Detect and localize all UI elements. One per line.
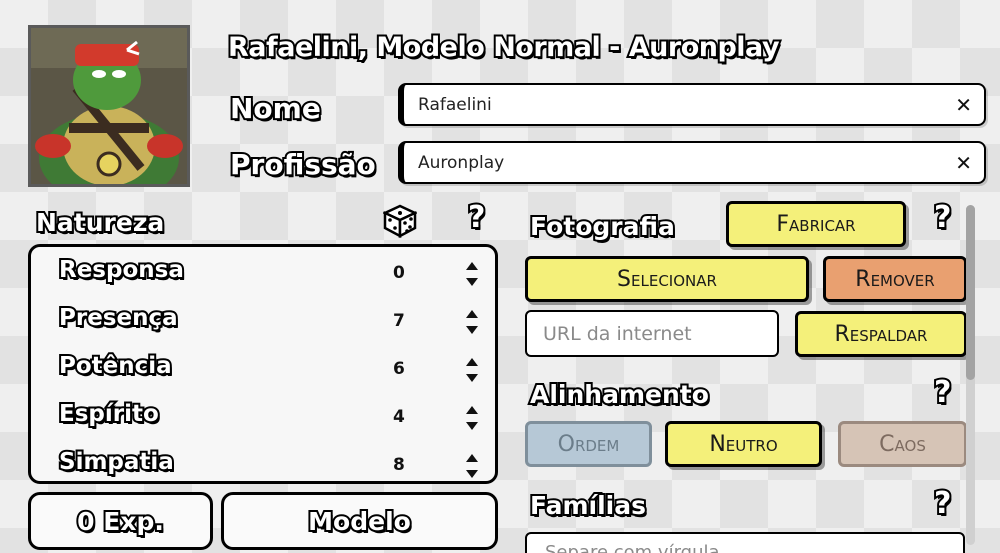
profissao-label: Profissão <box>228 146 378 183</box>
stat-name: Potência <box>57 351 174 381</box>
familias-label: Famílias <box>528 489 648 522</box>
nome-value[interactable]: Rafaelini <box>418 95 955 115</box>
spinner-icon[interactable] <box>465 261 479 287</box>
dice-icon[interactable] <box>382 204 418 239</box>
spinner-icon[interactable] <box>465 357 479 383</box>
scrollbar[interactable] <box>966 205 975 545</box>
spinner-icon[interactable] <box>465 309 479 335</box>
spinner-icon[interactable] <box>465 405 479 431</box>
fabricar-button[interactable]: Fabricar <box>726 201 906 247</box>
character-portrait[interactable] <box>28 25 190 187</box>
profissao-field[interactable]: Auronplay ✕ <box>398 141 986 184</box>
scrollbar-thumb[interactable] <box>966 205 975 380</box>
stat-value: 4 <box>393 407 405 427</box>
stat-name: Espírito <box>57 399 161 429</box>
neutro-button[interactable]: Neutro <box>665 421 822 467</box>
url-input[interactable]: URL da internet <box>525 310 779 357</box>
alinhamento-label: Alinhamento <box>528 378 711 411</box>
stat-name: Simpatia <box>57 447 176 477</box>
url-placeholder: URL da internet <box>543 322 692 345</box>
nome-label: Nome <box>228 90 323 127</box>
character-title: Rafaelini, Modelo Normal - Auronplay <box>226 30 782 65</box>
stat-name: Responsa <box>57 255 186 285</box>
turtle-image <box>31 28 187 184</box>
natureza-help-icon[interactable]: ? <box>466 198 488 237</box>
caos-button[interactable]: Caos <box>838 421 967 467</box>
respaldar-button[interactable]: Respaldar <box>795 311 967 357</box>
nome-field[interactable]: Rafaelini ✕ <box>398 83 986 126</box>
familias-input[interactable]: Separe com vírgula <box>525 532 965 553</box>
alinhamento-help-icon[interactable]: ? <box>932 373 954 412</box>
exp-label: 0 Exp. <box>75 505 166 538</box>
stat-row: Espírito 4 <box>31 397 495 437</box>
natureza-label: Natureza <box>34 206 166 239</box>
spinner-icon[interactable] <box>465 453 479 479</box>
modelo-button[interactable]: Modelo <box>221 492 498 550</box>
selecionar-button[interactable]: Selecionar <box>525 256 809 302</box>
fotografia-label: Fotografia <box>528 210 677 243</box>
stat-row: Responsa 0 <box>31 253 495 293</box>
stat-value: 6 <box>393 359 405 379</box>
remover-button[interactable]: Remover <box>823 256 967 302</box>
profissao-value[interactable]: Auronplay <box>418 153 955 173</box>
stat-row: Potência 6 <box>31 349 495 389</box>
stat-value: 7 <box>393 311 405 331</box>
stat-row: Presença 7 <box>31 301 495 341</box>
ordem-button[interactable]: Ordem <box>525 421 652 467</box>
exp-button[interactable]: 0 Exp. <box>28 492 213 550</box>
modelo-label: Modelo <box>306 505 413 538</box>
stat-name: Presença <box>57 303 180 333</box>
stat-value: 8 <box>393 455 405 475</box>
clear-icon[interactable]: ✕ <box>955 151 972 175</box>
stat-value: 0 <box>393 263 405 283</box>
familias-placeholder: Separe com vírgula <box>545 542 720 553</box>
familias-help-icon[interactable]: ? <box>932 484 954 523</box>
natureza-panel: Responsa 0 Presença 7 Potência 6 Espírit… <box>28 244 498 484</box>
stat-row: Simpatia 8 <box>31 445 495 485</box>
clear-icon[interactable]: ✕ <box>955 93 972 117</box>
fotografia-help-icon[interactable]: ? <box>932 198 954 237</box>
